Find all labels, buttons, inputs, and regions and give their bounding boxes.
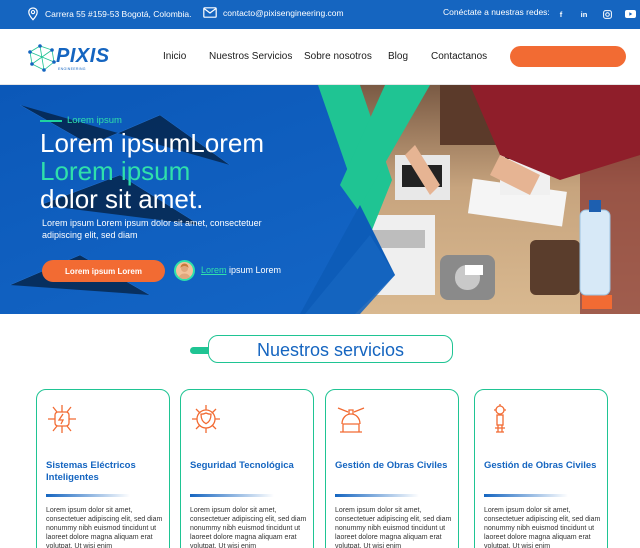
service-card-text: Lorem ipsum dolor sit amet, consectetuer… <box>335 507 452 548</box>
service-card-title: Sistemas Eléctricos Inteligentes <box>46 460 136 483</box>
hero-eyebrow: Lorem ipsum <box>67 115 122 126</box>
linkedin-icon[interactable]: in <box>578 8 590 20</box>
top-contact-bar: Carrera 55 #159-53 Bogotá, Colombia. con… <box>0 0 640 29</box>
location-pin-icon <box>28 7 38 21</box>
nav-item-blog[interactable]: Blog <box>388 51 408 62</box>
hero-paragraph: Lorem ipsum Lorem ipsum dolor sit amet, … <box>42 218 262 240</box>
tower-icon <box>494 404 506 433</box>
email-item[interactable]: contacto@pixisengineering.com <box>203 7 344 18</box>
shield-chip-icon <box>192 405 220 433</box>
social-icons: f in <box>555 8 636 20</box>
card-divider <box>46 494 130 497</box>
electric-icon <box>48 405 76 433</box>
service-card-text: Lorem ipsum dolor sit amet, consectetuer… <box>484 507 601 548</box>
nav-item-inicio[interactable]: Inicio <box>163 51 186 62</box>
logo-wordmark: PIXIS <box>56 45 110 67</box>
avatar <box>174 260 195 281</box>
service-card-title: Seguridad Tecnológica <box>190 460 294 471</box>
card-divider <box>335 494 419 497</box>
email-link[interactable]: contacto@pixisengineering.com <box>223 8 344 18</box>
service-card-title: Gestión de Obras Civiles <box>335 460 448 471</box>
eyebrow-line <box>40 120 62 122</box>
nav-item-contactanos[interactable]: Contactanos <box>431 51 487 62</box>
construction-icon <box>337 407 365 433</box>
social-label: Conéctate a nuestras redes: <box>443 7 550 17</box>
address-item: Carrera 55 #159-53 Bogotá, Colombia. <box>27 7 191 21</box>
service-card[interactable]: Sistemas Eléctricos Inteligentes Lorem i… <box>36 389 170 548</box>
hero-section: Lorem ipsum Lorem ipsumLorem Lorem ipsum… <box>0 85 640 314</box>
service-card[interactable]: Gestión de Obras Civiles Lorem ipsum dol… <box>325 389 459 548</box>
instagram-icon[interactable] <box>601 8 613 20</box>
logo-subtitle: ENGINEERING <box>58 67 86 71</box>
hero-title-line3: dolor sit amet. <box>40 184 204 214</box>
header-cta-button[interactable] <box>510 46 626 67</box>
hero-title-line1: Lorem ipsumLorem <box>40 128 264 158</box>
hero-link-underlined[interactable]: Lorem <box>201 265 227 275</box>
service-card-text: Lorem ipsum dolor sit amet, consectetuer… <box>46 507 163 548</box>
service-card[interactable]: Gestión de Obras Civiles Lorem ipsum dol… <box>474 389 608 548</box>
hero-cta-button[interactable]: Lorem ipsum Lorem <box>42 260 165 282</box>
address-text: Carrera 55 #159-53 Bogotá, Colombia. <box>45 9 192 19</box>
service-card-text: Lorem ipsum dolor sit amet, consectetuer… <box>190 507 307 548</box>
nav-item-sobre-nosotros[interactable]: Sobre nosotros <box>304 51 372 62</box>
service-card-title: Gestión de Obras Civiles <box>484 460 597 471</box>
hero-title-line2: Lorem ipsum <box>40 156 191 186</box>
card-divider <box>484 494 568 497</box>
network-logo-icon <box>28 44 56 72</box>
hero-secondary-link[interactable]: Lorem ipsum Lorem <box>201 265 281 275</box>
services-heading: Nuestros servicios <box>256 340 405 360</box>
mail-icon <box>203 7 217 18</box>
service-card[interactable]: Seguridad Tecnológica Lorem ipsum dolor … <box>180 389 314 548</box>
pixis-logo[interactable]: PIXIS ENGINEERING <box>26 42 112 74</box>
card-divider <box>190 494 274 497</box>
facebook-icon[interactable]: f <box>555 8 567 20</box>
youtube-icon[interactable] <box>624 8 636 20</box>
main-navigation: PIXIS ENGINEERING Inicio Nuestros Servic… <box>0 29 640 85</box>
nav-item-servicios[interactable]: Nuestros Servicios <box>209 51 292 62</box>
hero-link-text[interactable]: ipsum Lorem <box>227 265 281 275</box>
